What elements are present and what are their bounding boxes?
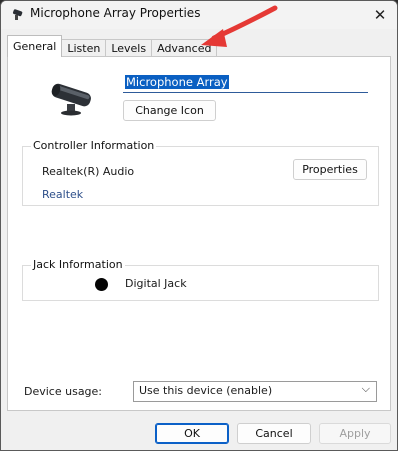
tab-general[interactable]: General bbox=[7, 35, 63, 57]
tab-bar: General Listen Levels Advanced bbox=[7, 34, 218, 57]
chevron-down-icon: ⌵ bbox=[361, 382, 370, 395]
change-icon-button[interactable]: Change Icon bbox=[123, 100, 216, 121]
general-panel: Microphone Array Change Icon Controller … bbox=[7, 56, 391, 411]
apply-button[interactable]: Apply bbox=[319, 423, 391, 444]
controller-information-legend: Controller Information bbox=[31, 139, 157, 152]
vendor-link[interactable]: Realtek bbox=[42, 188, 83, 201]
jack-information-legend: Jack Information bbox=[31, 258, 125, 271]
controller-information-group: Controller Information Realtek(R) Audio … bbox=[22, 139, 379, 206]
device-name-input[interactable]: Microphone Array bbox=[123, 74, 368, 93]
properties-dialog: Microphone Array Properties ✕ General Li… bbox=[0, 0, 398, 451]
close-button[interactable]: ✕ bbox=[363, 1, 397, 29]
device-usage-label: Device usage: bbox=[24, 385, 103, 398]
window-title: Microphone Array Properties bbox=[30, 6, 201, 20]
tab-levels[interactable]: Levels bbox=[105, 39, 153, 57]
close-icon: ✕ bbox=[373, 6, 387, 24]
controller-name: Realtek(R) Audio bbox=[42, 165, 135, 178]
microphone-array-device-icon bbox=[51, 83, 91, 116]
tab-listen[interactable]: Listen bbox=[61, 39, 107, 57]
device-name-text: Microphone Array bbox=[125, 75, 229, 89]
tab-advanced[interactable]: Advanced bbox=[151, 39, 218, 57]
jack-dot-icon bbox=[95, 278, 108, 291]
title-bar: Microphone Array Properties ✕ bbox=[1, 1, 397, 29]
ok-button[interactable]: OK bbox=[155, 423, 229, 444]
device-usage-select[interactable]: Use this device (enable) ⌵ bbox=[133, 381, 377, 402]
controller-properties-button[interactable]: Properties bbox=[293, 159, 367, 180]
device-usage-value: Use this device (enable) bbox=[139, 384, 273, 397]
jack-label: Digital Jack bbox=[125, 277, 187, 290]
jack-information-group: Jack Information Digital Jack bbox=[22, 258, 379, 301]
cancel-button[interactable]: Cancel bbox=[237, 423, 311, 444]
microphone-array-icon bbox=[12, 9, 23, 20]
